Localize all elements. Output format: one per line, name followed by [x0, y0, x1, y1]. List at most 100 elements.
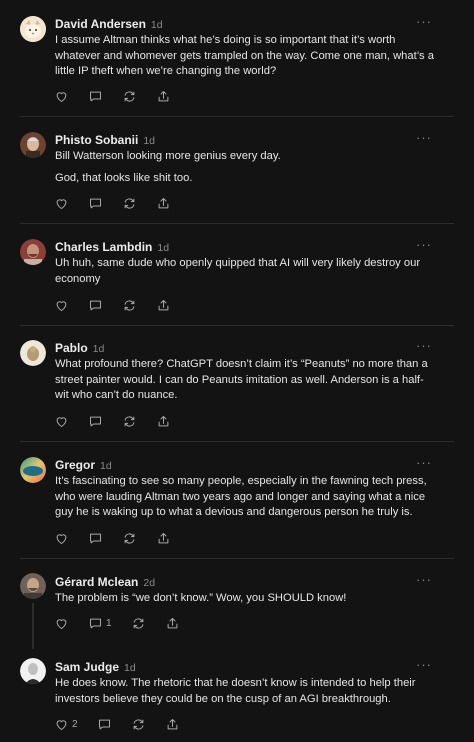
- restack-icon: [124, 299, 135, 311]
- share-button[interactable]: [156, 89, 171, 104]
- divider: [20, 558, 454, 559]
- commenter-name[interactable]: Phisto Sobanii 1d: [55, 133, 155, 147]
- restack-button[interactable]: [131, 717, 146, 732]
- comment-timestamp[interactable]: 1d: [151, 19, 163, 31]
- like-button[interactable]: [54, 531, 69, 546]
- more-options-icon[interactable]: ···: [416, 657, 432, 672]
- commenter-name-text[interactable]: Sam Judge: [55, 660, 119, 674]
- comment-timestamp[interactable]: 1d: [157, 242, 169, 254]
- reply-button[interactable]: [88, 298, 103, 313]
- heart-icon: [56, 719, 67, 730]
- commenter-name[interactable]: Sam Judge 1d: [55, 660, 136, 674]
- more-options-icon[interactable]: ···: [416, 572, 432, 587]
- restack-icon: [133, 718, 143, 730]
- more-options-icon[interactable]: ···: [416, 338, 432, 353]
- reply-button[interactable]: [88, 89, 103, 104]
- avatar[interactable]: [20, 573, 46, 599]
- commenter-name[interactable]: Gérard Mclean 2d: [55, 575, 155, 589]
- restack-button[interactable]: [122, 298, 137, 313]
- reply-button[interactable]: 1: [88, 616, 112, 631]
- heart-icon: [56, 198, 67, 209]
- commenter-name[interactable]: Charles Lambdin 1d: [55, 240, 169, 254]
- like-button[interactable]: [54, 89, 69, 104]
- comment-body: Uh huh, same dude who openly quipped tha…: [55, 256, 434, 293]
- comment-paragraph: God, that looks like shit too.: [55, 171, 193, 184]
- share-button[interactable]: [165, 616, 180, 631]
- comment-paragraph: It’s fascinating to see so many people, …: [55, 475, 427, 519]
- restack-button[interactable]: [122, 196, 137, 211]
- comment-body: He does know. The rhetoric that he doesn…: [55, 676, 434, 713]
- comment-body: The problem is “we don’t know.” Wow, you…: [55, 591, 434, 613]
- avatar[interactable]: [20, 457, 46, 483]
- comment-actions: 1: [54, 615, 199, 631]
- commenter-name-text[interactable]: Pablo: [55, 341, 88, 355]
- comment-icon: [90, 91, 101, 101]
- share-button[interactable]: [165, 717, 180, 732]
- reply-button[interactable]: [88, 531, 103, 546]
- comment-icon: [90, 533, 101, 543]
- commenter-name-text[interactable]: Charles Lambdin: [55, 240, 152, 254]
- avatar[interactable]: [20, 16, 46, 42]
- comment-actions: [54, 195, 190, 211]
- like-button[interactable]: [54, 414, 69, 429]
- comment-timestamp[interactable]: 1d: [143, 135, 155, 147]
- share-icon: [167, 718, 177, 729]
- comment-icon: [98, 719, 110, 729]
- like-button[interactable]: 2: [54, 717, 78, 732]
- comment-body: Bill Watterson looking more genius every…: [55, 149, 434, 192]
- more-options-icon[interactable]: ···: [416, 14, 432, 29]
- commenter-name[interactable]: David Andersen 1d: [55, 17, 163, 31]
- thread-line: [32, 603, 34, 649]
- commenter-name-text[interactable]: Gérard Mclean: [55, 575, 138, 589]
- share-button[interactable]: [156, 414, 171, 429]
- commenter-name[interactable]: Pablo 1d: [55, 341, 104, 355]
- restack-button[interactable]: [122, 414, 137, 429]
- reply-button[interactable]: [97, 717, 112, 732]
- commenter-name-text[interactable]: Gregor: [55, 458, 95, 472]
- like-button[interactable]: [54, 616, 69, 631]
- comment-paragraph: What profound there? ChatGPT doesn’t cla…: [55, 358, 428, 402]
- share-button[interactable]: [156, 531, 171, 546]
- comment-icon: [90, 618, 101, 628]
- commenter-name-text[interactable]: Phisto Sobanii: [55, 133, 138, 147]
- comment-timestamp[interactable]: 1d: [124, 662, 136, 674]
- comment-timestamp[interactable]: 2d: [143, 577, 155, 589]
- avatar[interactable]: [20, 239, 46, 265]
- restack-icon: [124, 197, 135, 209]
- restack-button[interactable]: [122, 531, 137, 546]
- avatar[interactable]: [20, 132, 46, 158]
- comment-timestamp[interactable]: 1d: [100, 460, 112, 472]
- share-icon: [158, 532, 169, 543]
- restack-button[interactable]: [122, 89, 137, 104]
- share-button[interactable]: [156, 298, 171, 313]
- comment-body: What profound there? ChatGPT doesn’t cla…: [55, 357, 434, 410]
- comment-body: It’s fascinating to see so many people, …: [55, 474, 434, 527]
- comment-actions: [54, 530, 190, 546]
- divider: [20, 441, 454, 442]
- divider: [20, 116, 454, 117]
- share-icon: [158, 299, 169, 310]
- comment-paragraph: Bill Watterson looking more genius every…: [55, 150, 281, 162]
- comment-actions: [54, 88, 190, 104]
- reply-count: 1: [106, 617, 112, 629]
- comment-body: I assume Altman thinks what he’s doing i…: [55, 33, 434, 86]
- restack-icon: [124, 532, 135, 544]
- heart-icon: [56, 416, 67, 427]
- avatar[interactable]: [20, 658, 46, 684]
- comment-actions: [54, 297, 190, 313]
- like-button[interactable]: [54, 196, 69, 211]
- more-options-icon[interactable]: ···: [416, 130, 432, 145]
- restack-icon: [124, 415, 135, 427]
- share-icon: [158, 197, 169, 208]
- comment-timestamp[interactable]: 1d: [93, 343, 105, 355]
- restack-button[interactable]: [131, 616, 146, 631]
- reply-button[interactable]: [88, 196, 103, 211]
- like-button[interactable]: [54, 298, 69, 313]
- more-options-icon[interactable]: ···: [416, 237, 432, 252]
- reply-button[interactable]: [88, 414, 103, 429]
- commenter-name[interactable]: Gregor 1d: [55, 458, 112, 472]
- more-options-icon[interactable]: ···: [416, 455, 432, 470]
- avatar[interactable]: [20, 340, 46, 366]
- share-button[interactable]: [156, 196, 171, 211]
- commenter-name-text[interactable]: David Andersen: [55, 17, 146, 31]
